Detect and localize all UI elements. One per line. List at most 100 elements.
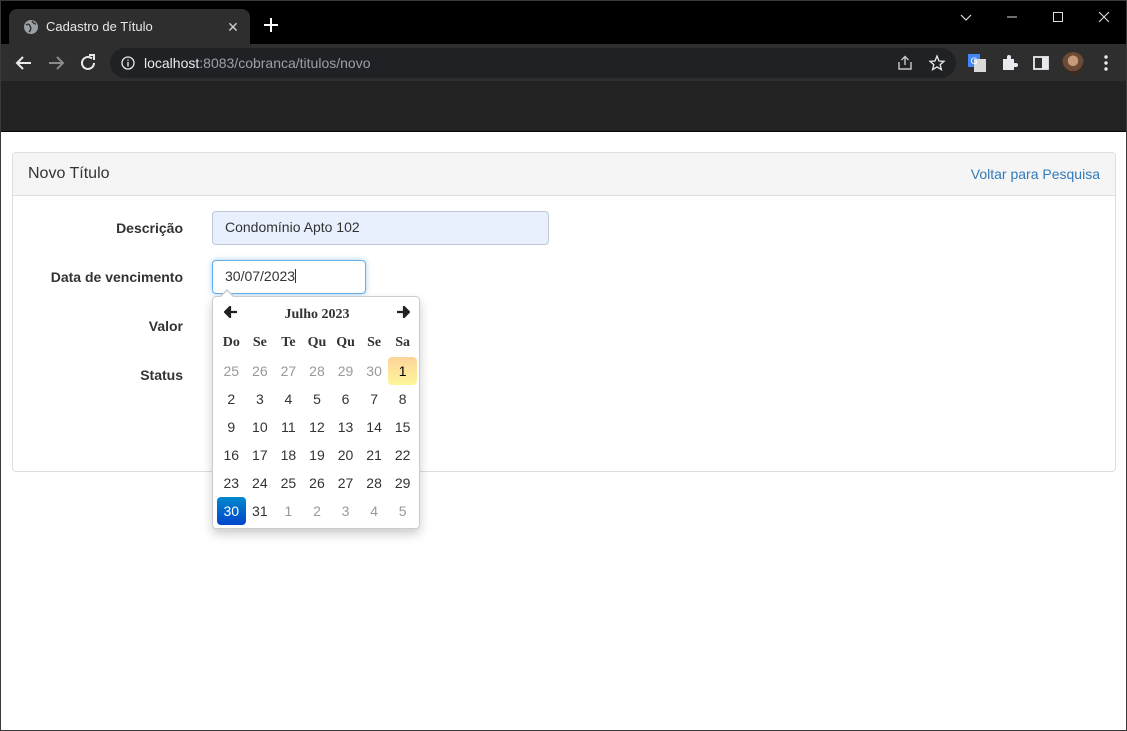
calendar-week-row: 2345678 <box>217 385 417 413</box>
calendar-day[interactable]: 19 <box>303 441 332 469</box>
vencimento-label: Data de vencimento <box>50 269 183 285</box>
side-panel-icon[interactable] <box>1031 53 1051 73</box>
calendar-day[interactable]: 21 <box>360 441 389 469</box>
calendar-day[interactable]: 23 <box>217 469 246 497</box>
calendar-day[interactable]: 8 <box>388 385 417 413</box>
calendar-day[interactable]: 29 <box>388 469 417 497</box>
forward-arrow-icon[interactable] <box>44 51 68 75</box>
browser-tab[interactable]: Cadastro de Título ✕ <box>9 9 250 44</box>
calendar-day[interactable]: 31 <box>246 497 275 525</box>
calendar-day[interactable]: 9 <box>217 413 246 441</box>
calendar-day[interactable]: 26 <box>303 469 332 497</box>
calendar-day[interactable]: 13 <box>331 413 360 441</box>
calendar-week-row: 23 24 25 26 27 28 29 <box>217 469 417 497</box>
calendar-day[interactable]: 25 <box>217 357 246 385</box>
calendar-day[interactable]: 3 <box>331 497 360 525</box>
calendar-day[interactable]: 11 <box>274 413 303 441</box>
tab-title: Cadastro de Título <box>46 19 153 34</box>
calendar-day[interactable]: 1 <box>388 357 417 385</box>
weekday-label: Qu <box>307 335 327 350</box>
calendar-day[interactable]: 4 <box>360 497 389 525</box>
calendar-day[interactable]: 5 <box>303 385 332 413</box>
chevron-down-icon <box>960 14 972 21</box>
app-navbar <box>1 81 1126 132</box>
calendar-day[interactable]: 2 <box>303 497 332 525</box>
weekday-label: Te <box>281 335 296 350</box>
calendar-week-row: 16 17 18 19 20 21 22 <box>217 441 417 469</box>
browser-window: Cadastro de Título ✕ localhost:8083/cobr… <box>0 0 1127 731</box>
svg-text:G: G <box>971 57 978 67</box>
calendar-day[interactable]: 6 <box>331 385 360 413</box>
prev-month-arrow-icon[interactable] <box>218 304 244 325</box>
calendar-day[interactable]: 26 <box>246 357 275 385</box>
calendar-day[interactable]: 3 <box>246 385 275 413</box>
calendar-day[interactable]: 2 <box>217 385 246 413</box>
calendar-day[interactable]: 30 <box>217 497 246 525</box>
kebab-menu-icon[interactable] <box>1096 53 1116 73</box>
reload-icon[interactable] <box>76 51 100 75</box>
bookmark-star-icon[interactable] <box>928 54 946 72</box>
calendar-day[interactable]: 16 <box>217 441 246 469</box>
weekday-header-row: Do Se Te Qu Qu Se Sa <box>217 329 417 357</box>
close-icon <box>1098 11 1110 23</box>
url-text[interactable]: localhost:8083/cobranca/titulos/novo <box>144 55 371 71</box>
weekday-label: Se <box>367 335 382 350</box>
month-year-switch[interactable]: Julho 2023 <box>253 307 381 323</box>
weekday-label: Se <box>252 335 267 350</box>
back-to-search-link[interactable]: Voltar para Pesquisa <box>971 166 1100 182</box>
calendar-day[interactable]: 25 <box>274 469 303 497</box>
calendar-day[interactable]: 27 <box>331 469 360 497</box>
address-bar[interactable]: localhost:8083/cobranca/titulos/novo <box>110 48 956 78</box>
browser-toolbar: localhost:8083/cobranca/titulos/novo G <box>1 44 1126 81</box>
calendar-day[interactable]: 22 <box>388 441 417 469</box>
maximize-button[interactable] <box>1035 1 1081 33</box>
calendar-day[interactable]: 1 <box>274 497 303 525</box>
share-icon[interactable] <box>896 54 914 72</box>
text-caret <box>295 269 297 283</box>
descricao-label: Descrição <box>116 220 183 236</box>
weekday-label: Sa <box>395 335 411 350</box>
back-arrow-icon[interactable] <box>12 51 36 75</box>
weekday-label: Do <box>222 335 240 350</box>
calendar-day[interactable]: 27 <box>274 357 303 385</box>
calendar-week-row: 25 26 27 28 29 30 1 <box>217 357 417 385</box>
calendar-day[interactable]: 12 <box>303 413 332 441</box>
info-icon[interactable] <box>121 56 135 70</box>
calendar-grid: Do Se Te Qu Qu Se Sa 25 26 27 28 29 30 1 2 3 4 5 6 7 8 9 10 11 1… <box>217 329 417 525</box>
descricao-input[interactable]: Condomínio Apto 102 <box>212 211 549 245</box>
calendar-day[interactable]: 15 <box>388 413 417 441</box>
calendar-day[interactable]: 10 <box>246 413 275 441</box>
next-month-arrow-icon[interactable] <box>390 304 416 325</box>
calendar-week-row: 30 31 1 2 3 4 5 <box>217 497 417 525</box>
translate-icon[interactable]: G <box>967 53 987 73</box>
status-label: Status <box>140 367 183 383</box>
url-path: :8083/cobranca/titulos/novo <box>199 55 371 71</box>
calendar-day[interactable]: 4 <box>274 385 303 413</box>
calendar-day[interactable]: 20 <box>331 441 360 469</box>
globe-icon <box>24 20 38 34</box>
close-window-button[interactable] <box>1081 1 1126 33</box>
calendar-day[interactable]: 14 <box>360 413 389 441</box>
minimize-button[interactable] <box>989 1 1035 33</box>
profile-avatar[interactable] <box>1062 52 1084 74</box>
calendar-day[interactable]: 29 <box>331 357 360 385</box>
calendar-day[interactable]: 30 <box>360 357 389 385</box>
calendar-day[interactable]: 17 <box>246 441 275 469</box>
calendar-day[interactable]: 7 <box>360 385 389 413</box>
page-title: Novo Título <box>28 165 110 182</box>
tab-search-button[interactable] <box>943 1 989 33</box>
new-tab-icon[interactable] <box>260 14 282 36</box>
maximize-icon <box>1053 12 1063 22</box>
valor-label: Valor <box>148 318 183 334</box>
calendar-day[interactable]: 28 <box>303 357 332 385</box>
close-tab-icon[interactable]: ✕ <box>224 18 242 36</box>
calendar-day[interactable]: 24 <box>246 469 275 497</box>
weekday-label: Qu <box>336 335 355 350</box>
calendar-day[interactable]: 18 <box>274 441 303 469</box>
calendar-week-row: 9 10 11 12 13 14 15 <box>217 413 417 441</box>
extensions-puzzle-icon[interactable] <box>999 53 1019 73</box>
form-panel: Novo Título Voltar para Pesquisa Descriç… <box>12 152 1116 472</box>
vencimento-input[interactable]: 30/07/2023 <box>212 260 366 294</box>
calendar-day[interactable]: 5 <box>388 497 417 525</box>
calendar-day[interactable]: 28 <box>360 469 389 497</box>
